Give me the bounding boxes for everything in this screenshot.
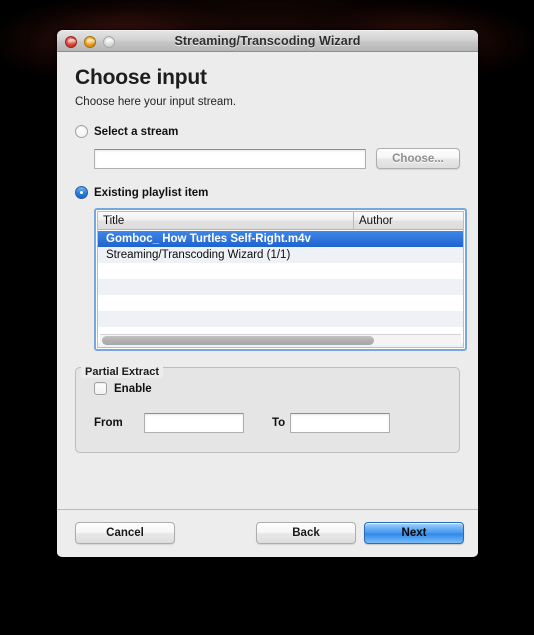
to-label: To	[272, 417, 286, 429]
wizard-content: Choose input Choose here your input stre…	[57, 52, 478, 509]
table-row[interactable]: Gomboc_ How Turtles Self-Right.m4v	[98, 231, 463, 247]
playlist-table-inner: Title Author Gomboc_ How Turtles Self-Ri…	[97, 211, 464, 348]
page-title: Choose input	[75, 66, 207, 89]
column-header-title[interactable]: Title	[98, 212, 354, 229]
stream-path-row: Choose...	[75, 148, 460, 169]
partial-extract-box: Enable From To	[75, 367, 460, 453]
cancel-button[interactable]: Cancel	[75, 522, 175, 544]
window-title: Streaming/Transcoding Wizard	[174, 34, 361, 48]
radio-button-icon-existing-playlist[interactable]	[75, 186, 88, 199]
window-titlebar[interactable]: Streaming/Transcoding Wizard	[57, 30, 478, 52]
stream-path-input[interactable]	[94, 148, 366, 169]
partial-extract-range-row: From To	[94, 413, 441, 433]
radio-label-existing-playlist: Existing playlist item	[94, 186, 209, 199]
wizard-footer: Cancel Back Next	[57, 509, 478, 556]
radio-label-select-stream: Select a stream	[94, 125, 179, 138]
checkbox-label-enable: Enable	[114, 382, 152, 395]
table-cell-title: Gomboc_ How Turtles Self-Right.m4v	[106, 233, 311, 245]
choose-button[interactable]: Choose...	[376, 148, 460, 169]
partial-extract-legend: Partial Extract	[81, 366, 163, 378]
radio-select-a-stream[interactable]: Select a stream	[75, 125, 460, 138]
playlist-table-header: Title Author	[98, 212, 463, 230]
page-subtitle: Choose here your input stream.	[75, 96, 237, 108]
to-input[interactable]	[290, 413, 390, 433]
playlist-table-rows: Gomboc_ How Turtles Self-Right.m4v Strea…	[98, 231, 463, 347]
from-label: From	[94, 417, 123, 429]
from-input[interactable]	[144, 413, 244, 433]
back-button[interactable]: Back	[256, 522, 356, 544]
table-row[interactable]	[98, 279, 463, 295]
table-cell-title: Streaming/Transcoding Wizard (1/1)	[106, 249, 291, 261]
playlist-table[interactable]: Title Author Gomboc_ How Turtles Self-Ri…	[94, 208, 467, 351]
partial-extract-group: Partial Extract Enable From To	[75, 366, 460, 453]
streaming-transcoding-wizard-window: Streaming/Transcoding Wizard Choose inpu…	[57, 30, 478, 557]
table-row[interactable]	[98, 263, 463, 279]
column-header-author[interactable]: Author	[354, 212, 463, 229]
checkbox-icon-enable[interactable]	[94, 382, 107, 395]
radio-button-icon-select-stream[interactable]	[75, 125, 88, 138]
horizontal-scrollbar[interactable]	[100, 334, 461, 345]
table-row[interactable]: Streaming/Transcoding Wizard (1/1)	[98, 247, 463, 263]
radio-existing-playlist-item[interactable]: Existing playlist item	[75, 186, 460, 199]
table-row[interactable]	[98, 311, 463, 327]
table-row[interactable]	[98, 295, 463, 311]
desktop-background: Streaming/Transcoding Wizard Choose inpu…	[0, 0, 534, 635]
scrollbar-thumb[interactable]	[102, 336, 374, 345]
next-button[interactable]: Next	[364, 522, 464, 544]
enable-checkbox-row[interactable]: Enable	[94, 382, 441, 395]
